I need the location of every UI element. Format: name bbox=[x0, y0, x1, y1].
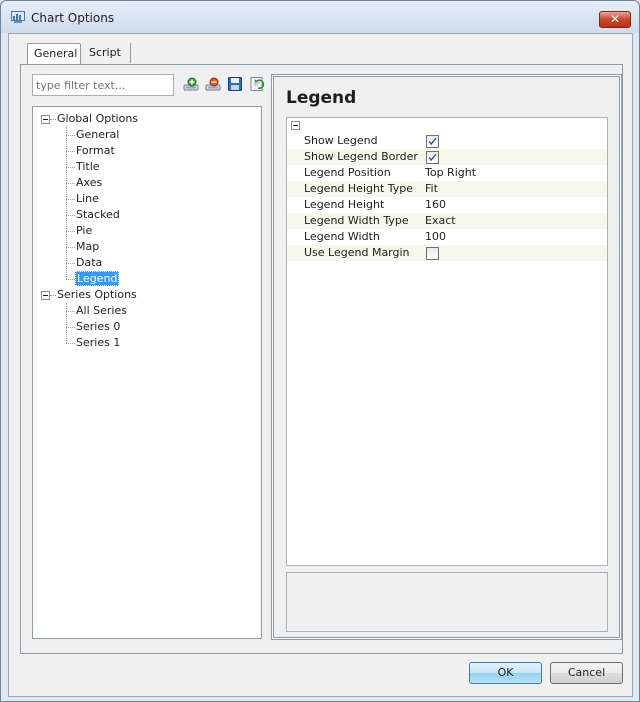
ok-button[interactable]: OK bbox=[469, 662, 542, 684]
property-row-legend-position[interactable]: Legend Position Top Right bbox=[287, 165, 607, 181]
property-name: Legend Height Type bbox=[304, 182, 414, 195]
tree-connector bbox=[66, 167, 75, 168]
legend-height-value[interactable]: 160 bbox=[425, 197, 446, 213]
tree-node-series-options[interactable]: Series Options bbox=[57, 287, 137, 303]
legend-width-value[interactable]: 100 bbox=[425, 229, 446, 245]
collapse-global-icon[interactable] bbox=[41, 115, 50, 124]
legend-position-value[interactable]: Top Right bbox=[425, 165, 476, 181]
property-name: Legend Width bbox=[304, 230, 380, 243]
property-name: Show Legend bbox=[304, 134, 378, 147]
tree-connector bbox=[66, 303, 67, 343]
filter-input[interactable] bbox=[32, 74, 174, 96]
property-name: Legend Width Type bbox=[304, 214, 409, 227]
tree-node-series-1[interactable]: Series 1 bbox=[76, 335, 120, 351]
tree-node-line[interactable]: Line bbox=[76, 191, 99, 207]
tree-node-stacked[interactable]: Stacked bbox=[76, 207, 120, 223]
options-navigator: Global Options General Format Title Axes… bbox=[20, 73, 265, 643]
tree-node-series-0[interactable]: Series 0 bbox=[76, 319, 120, 335]
tree-connector bbox=[66, 279, 75, 280]
collapse-group-icon[interactable] bbox=[291, 121, 300, 130]
legend-width-type-value[interactable]: Exact bbox=[425, 213, 456, 229]
tree-node-global-options[interactable]: Global Options bbox=[57, 111, 138, 127]
tree-connector bbox=[66, 343, 75, 344]
save-icon[interactable] bbox=[227, 76, 243, 92]
title-bar[interactable]: Chart Options ✕ bbox=[1, 1, 639, 33]
tree-node-all-series[interactable]: All Series bbox=[76, 303, 127, 319]
tree-node-pie[interactable]: Pie bbox=[76, 223, 92, 239]
collapse-series-icon[interactable] bbox=[41, 291, 50, 300]
add-icon[interactable] bbox=[183, 76, 199, 92]
property-row-legend-width[interactable]: Legend Width 100 bbox=[287, 229, 607, 245]
close-icon: ✕ bbox=[609, 12, 621, 26]
property-name: Use Legend Margin bbox=[304, 246, 410, 259]
tree-node-data[interactable]: Data bbox=[76, 255, 102, 271]
property-row-legend-width-type[interactable]: Legend Width Type Exact bbox=[287, 213, 607, 229]
tree-connector bbox=[66, 135, 75, 136]
tree-connector bbox=[66, 215, 75, 216]
tree-connector bbox=[66, 247, 75, 248]
chart-window-icon bbox=[11, 11, 25, 23]
cancel-button[interactable]: Cancel bbox=[550, 662, 623, 684]
close-button[interactable]: ✕ bbox=[599, 11, 631, 28]
property-name: Legend Position bbox=[304, 166, 391, 179]
legend-options-panel: Legend Show Legend Show Legend Border Le… bbox=[271, 74, 622, 640]
property-group-header bbox=[287, 118, 607, 133]
tree-node-format[interactable]: Format bbox=[76, 143, 115, 159]
tree-node-title[interactable]: Title bbox=[76, 159, 100, 175]
page-title: Legend bbox=[286, 88, 357, 108]
use-legend-margin-checkbox[interactable] bbox=[426, 247, 439, 260]
tree-connector bbox=[66, 263, 75, 264]
property-description-box bbox=[286, 572, 608, 632]
tree-node-general[interactable]: General bbox=[76, 127, 119, 143]
tree-connector bbox=[50, 119, 56, 120]
tree-connector bbox=[66, 127, 67, 279]
tree-connector bbox=[66, 183, 75, 184]
tab-general[interactable]: General bbox=[27, 43, 81, 64]
property-name: Legend Height bbox=[304, 198, 385, 211]
tree-node-legend[interactable]: Legend bbox=[75, 271, 120, 287]
tree-node-map[interactable]: Map bbox=[76, 239, 99, 255]
property-row-show-legend-border[interactable]: Show Legend Border bbox=[287, 149, 607, 165]
chart-options-window: Chart Options ✕ General Script type filt… bbox=[0, 0, 640, 702]
tab-script[interactable]: Script bbox=[83, 43, 131, 63]
tree-connector bbox=[66, 199, 75, 200]
property-row-use-legend-margin[interactable]: Use Legend Margin bbox=[287, 245, 607, 261]
property-row-legend-height-type[interactable]: Legend Height Type Fit bbox=[287, 181, 607, 197]
property-name: Show Legend Border bbox=[304, 150, 418, 163]
tree-connector bbox=[66, 151, 75, 152]
property-row-legend-height[interactable]: Legend Height 160 bbox=[287, 197, 607, 213]
show-legend-border-checkbox[interactable] bbox=[426, 151, 439, 164]
legend-height-type-value[interactable]: Fit bbox=[425, 181, 438, 197]
options-tree[interactable]: Global Options General Format Title Axes… bbox=[32, 106, 262, 639]
tree-connector bbox=[50, 295, 56, 296]
window-title: Chart Options bbox=[31, 11, 115, 25]
remove-icon[interactable] bbox=[205, 76, 221, 92]
tree-connector bbox=[66, 231, 75, 232]
panel-splitter[interactable] bbox=[263, 75, 267, 643]
options-page: Legend Show Legend Show Legend Border Le… bbox=[273, 76, 620, 638]
show-legend-checkbox[interactable] bbox=[426, 135, 439, 148]
tree-connector bbox=[66, 311, 75, 312]
property-row-show-legend[interactable]: Show Legend bbox=[287, 133, 607, 149]
tree-node-axes[interactable]: Axes bbox=[76, 175, 102, 191]
property-grid: Show Legend Show Legend Border Legend Po… bbox=[286, 117, 608, 566]
dialog-body: General Script type filter text... Globa… bbox=[8, 33, 633, 697]
tree-connector bbox=[66, 327, 75, 328]
